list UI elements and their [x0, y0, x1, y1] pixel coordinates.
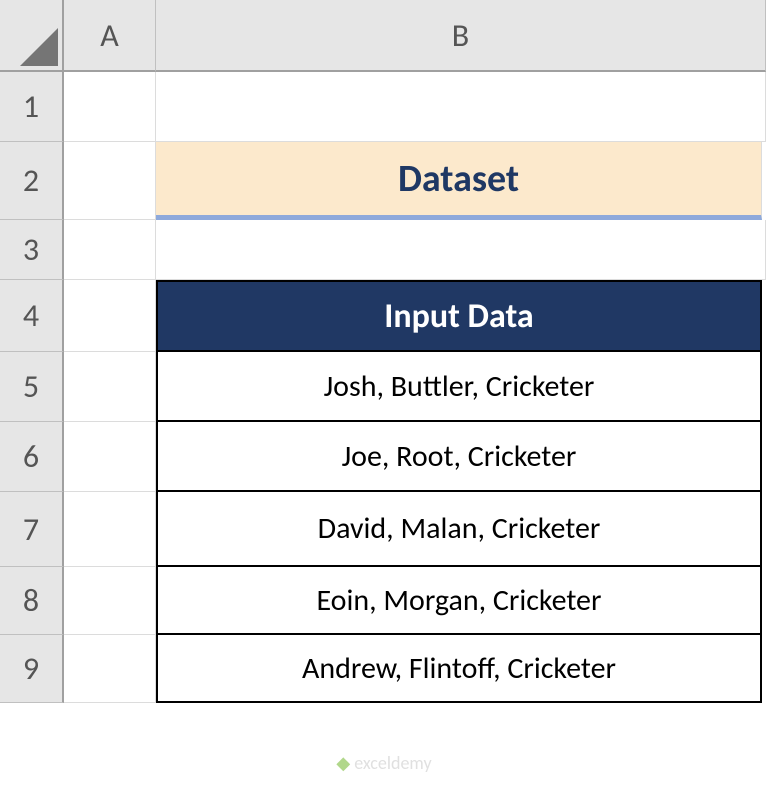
cell-a1[interactable]	[64, 72, 156, 142]
row-header-5[interactable]: 5	[0, 352, 64, 422]
data-cell-1[interactable]: Josh, Buttler, Cricketer	[156, 352, 762, 422]
row-header-3[interactable]: 3	[0, 220, 64, 280]
watermark: ◆ exceldemy	[336, 752, 431, 774]
cell-a3[interactable]	[64, 220, 156, 280]
cell-a9[interactable]	[64, 635, 156, 703]
data-cell-2[interactable]: Joe, Root, Cricketer	[156, 422, 762, 492]
excel-icon: ◆	[336, 752, 350, 774]
column-header-a[interactable]: A	[64, 0, 156, 72]
row-header-1[interactable]: 1	[0, 72, 64, 142]
data-cell-5[interactable]: Andrew, Flintoff, Cricketer	[156, 635, 762, 703]
row-header-2[interactable]: 2	[0, 142, 64, 220]
spreadsheet-grid: A B 1 2 Dataset 3 4 Input Data 5 Josh, B…	[0, 0, 768, 703]
watermark-text: exceldemy	[354, 752, 431, 774]
table-header-cell[interactable]: Input Data	[156, 280, 762, 352]
row-header-8[interactable]: 8	[0, 567, 64, 635]
row-header-4[interactable]: 4	[0, 280, 64, 352]
cell-b1[interactable]	[156, 72, 766, 142]
cell-a5[interactable]	[64, 352, 156, 422]
row-header-7[interactable]: 7	[0, 492, 64, 567]
cell-a7[interactable]	[64, 492, 156, 567]
data-cell-4[interactable]: Eoin, Morgan, Cricketer	[156, 567, 762, 635]
cell-b3[interactable]	[156, 220, 766, 280]
data-cell-3[interactable]: David, Malan, Cricketer	[156, 492, 762, 567]
row-header-9[interactable]: 9	[0, 635, 64, 703]
select-all-corner[interactable]	[0, 0, 64, 72]
cell-a4[interactable]	[64, 280, 156, 352]
row-header-6[interactable]: 6	[0, 422, 64, 492]
cell-a2[interactable]	[64, 142, 156, 220]
cell-a6[interactable]	[64, 422, 156, 492]
cell-a8[interactable]	[64, 567, 156, 635]
dataset-title-cell[interactable]: Dataset	[156, 142, 762, 220]
column-header-b[interactable]: B	[156, 0, 766, 72]
